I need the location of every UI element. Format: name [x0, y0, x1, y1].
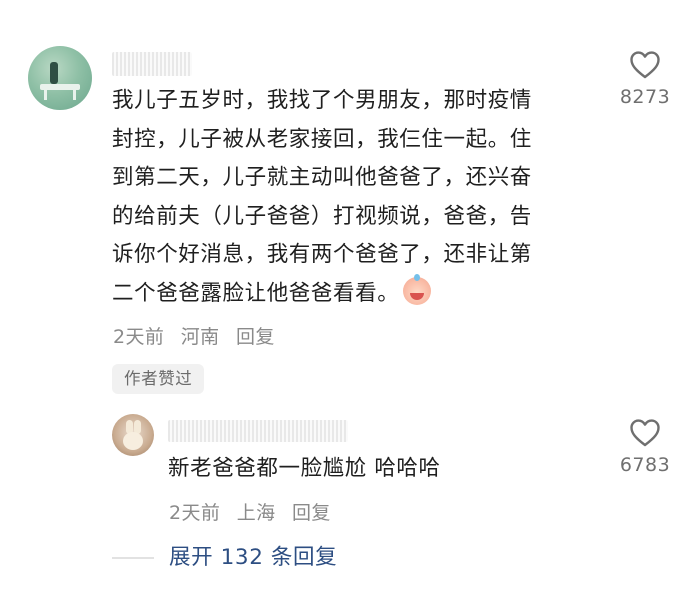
- expand-replies-link[interactable]: 展开 132 条回复: [169, 540, 337, 576]
- reply-like-count: 6783: [619, 454, 671, 476]
- comment-text-line: 诉你个好消息，我有两个爸爸了，还非让第: [112, 242, 532, 267]
- username-redacted[interactable]: [112, 52, 192, 76]
- reply-location: 上海: [236, 502, 276, 524]
- avatar[interactable]: [28, 46, 92, 110]
- comment-text-line: 到第二天，儿子就主动叫他爸爸了，还兴奋: [112, 165, 532, 190]
- comment-text-line: 封控，儿子被从老家接回，我仨住一起。住: [112, 126, 532, 152]
- reply-meta: 2天前 上海 回复: [169, 498, 331, 525]
- avatar-bench-leg: [44, 90, 47, 100]
- avatar-head: [123, 432, 143, 450]
- comment-text: 我儿子五岁时，我找了个男朋友，那时疫情 封控，儿子被从老家接回，我仨住一起。住 …: [112, 82, 592, 313]
- expand-divider: [112, 557, 154, 559]
- comment-text-line: 我儿子五岁时，我找了个男朋友，那时疫情: [112, 88, 532, 113]
- avatar-bench-leg: [73, 90, 76, 100]
- reply-username-redacted[interactable]: [168, 420, 348, 442]
- comment-text-line: 二个爸爸露脸让他爸爸看看。: [112, 280, 400, 306]
- heart-outline-icon[interactable]: [629, 50, 661, 80]
- reply-time: 2天前: [169, 502, 221, 524]
- comment-time: 2天前: [113, 326, 165, 348]
- comment-location: 河南: [180, 326, 220, 348]
- comment-text-line: 的给前夫（儿子爸爸）打视频说，爸爸，告: [112, 203, 532, 229]
- reply-text: 新老爸爸都一脸尴尬 哈哈哈: [168, 456, 441, 481]
- reply-button[interactable]: 回复: [236, 326, 275, 348]
- heart-outline-icon[interactable]: [629, 418, 661, 448]
- reply-like-button[interactable]: 6783: [615, 418, 675, 476]
- author-liked-badge: 作者赞过: [112, 364, 205, 394]
- like-button[interactable]: 8273: [615, 50, 675, 108]
- reply-reply-button[interactable]: 回复: [292, 502, 331, 524]
- reply-avatar[interactable]: [112, 414, 154, 456]
- comment-meta: 2天前 河南 回复: [113, 322, 275, 349]
- laughing-crying-emoji-icon: [403, 273, 432, 305]
- avatar-figure: [50, 62, 58, 84]
- like-count: 8273: [619, 86, 671, 108]
